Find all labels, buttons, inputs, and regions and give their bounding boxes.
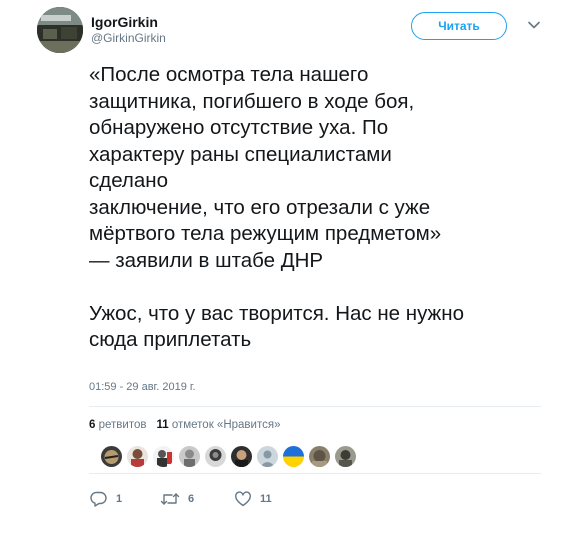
like-button[interactable]: 11 [234,490,272,508]
tweet-text-line: сделано [89,169,169,192]
liker-avatar[interactable] [335,446,356,467]
likes-count: 11 [156,419,169,431]
liker-avatar[interactable] [257,446,278,467]
tweet-card: IgorGirkin @GirkinGirkin Читать «После о… [0,0,578,541]
liker-photo-icon [179,446,200,467]
retweet-button[interactable]: 6 [160,490,194,508]
heart-icon [235,491,251,507]
liker-photo-icon [335,446,356,467]
reply-count: 1 [116,493,123,505]
tweet-stats: 6 ретвитов 11 отметок «Нравится» [89,419,280,431]
author-name[interactable]: IgorGirkin [91,14,158,30]
reply-button[interactable]: 1 [90,490,122,508]
retweets-label: ретвитов [98,419,147,431]
avatar-photo-icon [37,7,83,53]
retweets-stat[interactable]: 6 ретвитов [89,419,146,431]
divider [89,406,541,407]
liker-avatar[interactable] [127,446,148,467]
likes-label: отметок «Нравится» [171,419,281,431]
liker-photo-icon [309,446,330,467]
ukraine-flag-icon [283,446,304,467]
tweet-text-line: обнаружено отсутствие уха. По [89,116,389,139]
liker-avatar[interactable] [283,446,304,467]
retweet-count: 6 [188,493,195,505]
author-avatar[interactable] [37,7,83,53]
divider [89,473,541,474]
reply-icon [90,491,107,507]
tweet-text-line: мёртвого тела режущим предметом» [89,222,442,245]
liker-avatar[interactable] [101,446,122,467]
likes-stat[interactable]: 11 отметок «Нравится» [156,419,280,431]
chevron-down-icon [528,21,540,29]
tweet-text-line: защитника, погибшего в ходе боя, [89,89,415,113]
tweet-actions: 1 6 11 [0,490,578,510]
retweets-count: 6 [89,419,96,431]
tweet-text-line: заключение, что его отрезали с уже [89,195,431,219]
liker-photo-icon [231,446,252,467]
like-count: 11 [260,493,272,505]
tweet-text-line: характеру раны специалистами [89,142,392,166]
tweet-text-line: «После осмотра тела нашего [89,63,369,86]
liker-photo-icon [101,446,122,467]
more-options-button[interactable] [527,18,541,32]
tweet-text-line: сюда приплетать [89,328,252,351]
liker-photo-icon [205,446,226,467]
default-avatar-icon [257,446,278,467]
liker-avatar[interactable] [153,446,174,467]
author-handle[interactable]: @GirkinGirkin [91,31,166,45]
tweet-text-line: — заявили в штабе ДНР [89,248,324,272]
follow-button[interactable]: Читать [411,12,507,40]
liker-photo-icon [127,446,148,467]
liker-avatar[interactable] [205,446,226,467]
tweet-text-line: Ужос, что у вас творится. Нас не нужно [89,301,464,325]
tweet-timestamp[interactable]: 01:59 - 29 авг. 2019 г. [89,381,196,393]
liker-avatar[interactable] [179,446,200,467]
tweet-text: «После осмотра тела нашего защитника, по… [89,62,559,354]
retweet-icon [160,493,180,505]
liker-photo-icon [153,446,174,467]
liker-avatar[interactable] [231,446,252,467]
liker-avatar[interactable] [309,446,330,467]
likers-avatars [101,446,356,468]
